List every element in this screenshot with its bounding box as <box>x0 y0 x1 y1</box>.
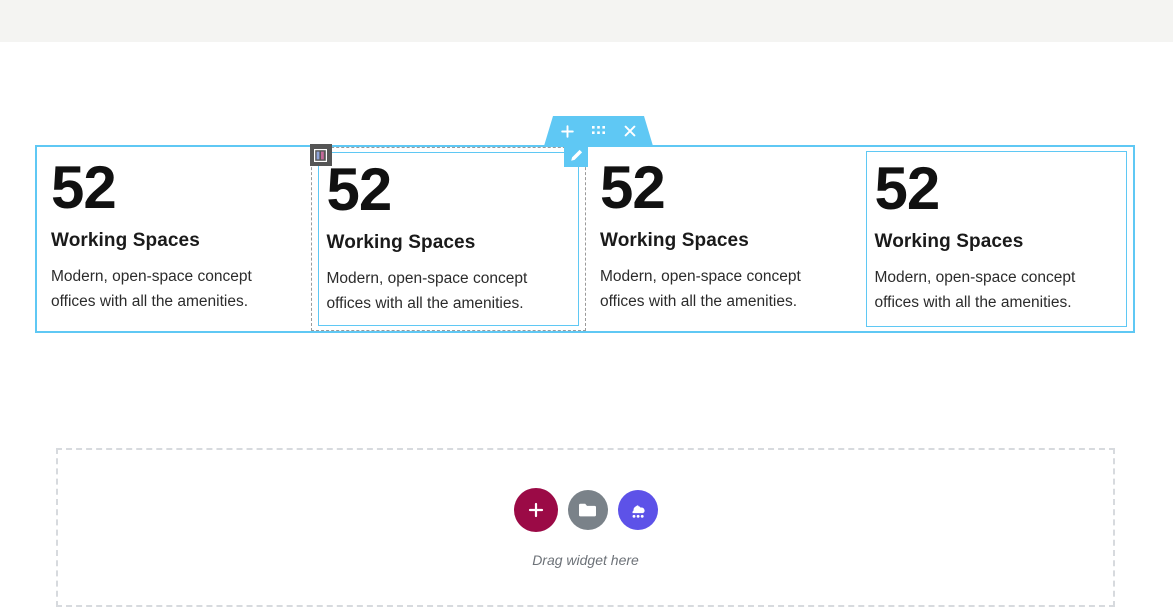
delete-section-button[interactable] <box>621 123 638 140</box>
column-2[interactable]: 52 Working Spaces Modern, open-space con… <box>309 143 588 331</box>
stat-number: 52 <box>326 156 393 223</box>
column-1[interactable]: 52 Working Spaces Modern, open-space con… <box>37 147 311 331</box>
stat-number: 52 <box>51 154 117 221</box>
stat-description: Modern, open-space concept offices with … <box>600 268 801 311</box>
ai-builder-button[interactable] <box>617 489 658 530</box>
stat-title: Working Spaces <box>51 230 200 252</box>
stat-number: 52 <box>874 155 941 222</box>
stat-description: Modern, open-space concept offices with … <box>874 269 1076 312</box>
columns-row: 52 Working Spaces Modern, open-space con… <box>37 143 1134 331</box>
stat-title: Working Spaces <box>326 232 476 254</box>
columns-layout-icon[interactable] <box>309 144 332 166</box>
pencil-icon[interactable] <box>564 143 588 167</box>
widget-counter-1[interactable]: 52 Working Spaces Modern, open-space con… <box>43 151 305 327</box>
stat-title: Working Spaces <box>874 231 1024 253</box>
stat-title: Working Spaces <box>600 230 749 252</box>
page-canvas: 52 Working Spaces Modern, open-space con… <box>0 42 1173 607</box>
widget-counter-3[interactable]: 52 Working Spaces Modern, open-space con… <box>592 151 854 327</box>
column-4[interactable]: 52 Working Spaces Modern, open-space con… <box>860 147 1134 331</box>
column-3[interactable]: 52 Working Spaces Modern, open-space con… <box>586 147 860 331</box>
add-widget-button[interactable] <box>513 487 558 532</box>
section-wrapper: 52 Working Spaces Modern, open-space con… <box>35 145 1135 333</box>
top-bar <box>0 0 1173 42</box>
stat-description: Modern, open-space concept offices with … <box>326 270 528 313</box>
drag-section-handle[interactable] <box>590 123 607 140</box>
widget-dropzone[interactable]: Drag widget here <box>56 448 1115 607</box>
widget-counter-2[interactable]: 52 Working Spaces Modern, open-space con… <box>309 143 588 326</box>
section-toolbar <box>544 116 653 146</box>
folder-button[interactable] <box>567 489 608 530</box>
widget-counter-4[interactable]: 52 Working Spaces Modern, open-space con… <box>865 151 1127 327</box>
stat-description: Modern, open-space concept offices with … <box>51 268 252 311</box>
dropzone-buttons <box>513 487 658 532</box>
add-section-button[interactable] <box>559 123 576 140</box>
stat-number: 52 <box>600 154 666 221</box>
dropzone-label: Drag widget here <box>532 551 639 568</box>
